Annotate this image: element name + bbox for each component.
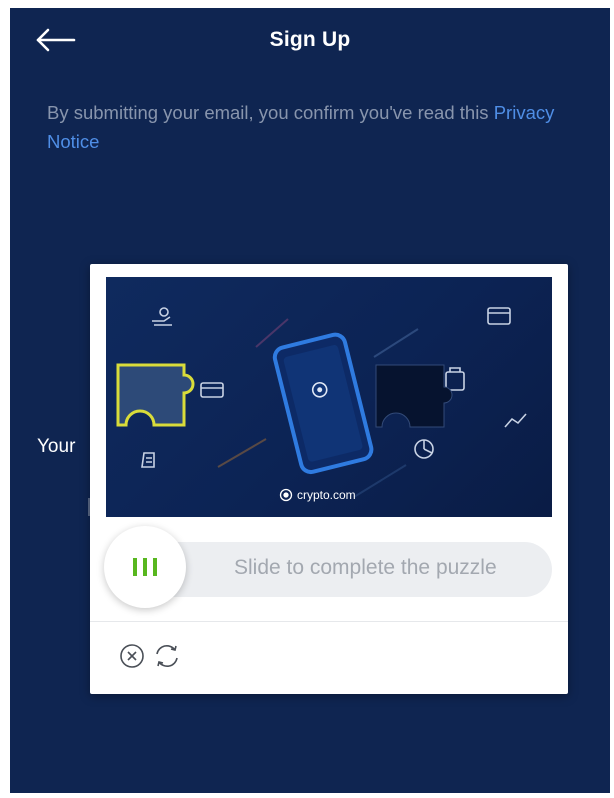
close-circle-icon <box>120 644 144 668</box>
puzzle-piece[interactable] <box>116 363 195 427</box>
puzzle-slot <box>375 364 453 428</box>
phone-illustration <box>272 332 374 475</box>
email-field-label: Your <box>37 436 76 457</box>
divider <box>90 621 568 622</box>
pie-chart-icon <box>414 439 434 459</box>
hand-coin-icon <box>152 307 172 326</box>
refresh-button[interactable] <box>152 641 182 671</box>
signup-screen: Sign Up By submitting your email, you co… <box>10 8 610 793</box>
privacy-notice-body: By submitting your email, you confirm yo… <box>47 102 494 123</box>
page-title: Sign Up <box>269 28 351 51</box>
slider-handle[interactable] <box>104 526 186 608</box>
wallet-icon <box>487 307 511 325</box>
crypto-logo-icon <box>279 488 293 502</box>
document-icon <box>141 452 155 468</box>
card-icon <box>200 382 224 398</box>
brand-wordmark: crypto.com <box>297 488 356 502</box>
grip-bars-icon <box>133 558 157 576</box>
close-button[interactable] <box>117 641 147 671</box>
slider-hint: Slide to complete the puzzle <box>234 556 497 579</box>
bag-icon <box>445 367 465 391</box>
trend-icon <box>504 413 527 428</box>
refresh-icon <box>156 645 178 667</box>
privacy-notice-text: By submitting your email, you confirm yo… <box>47 98 607 156</box>
captcha-modal: crypto.com Slide to complete the puzzle <box>90 264 568 694</box>
captcha-puzzle-image: crypto.com <box>106 277 552 517</box>
puzzle-artwork: crypto.com <box>116 307 527 502</box>
